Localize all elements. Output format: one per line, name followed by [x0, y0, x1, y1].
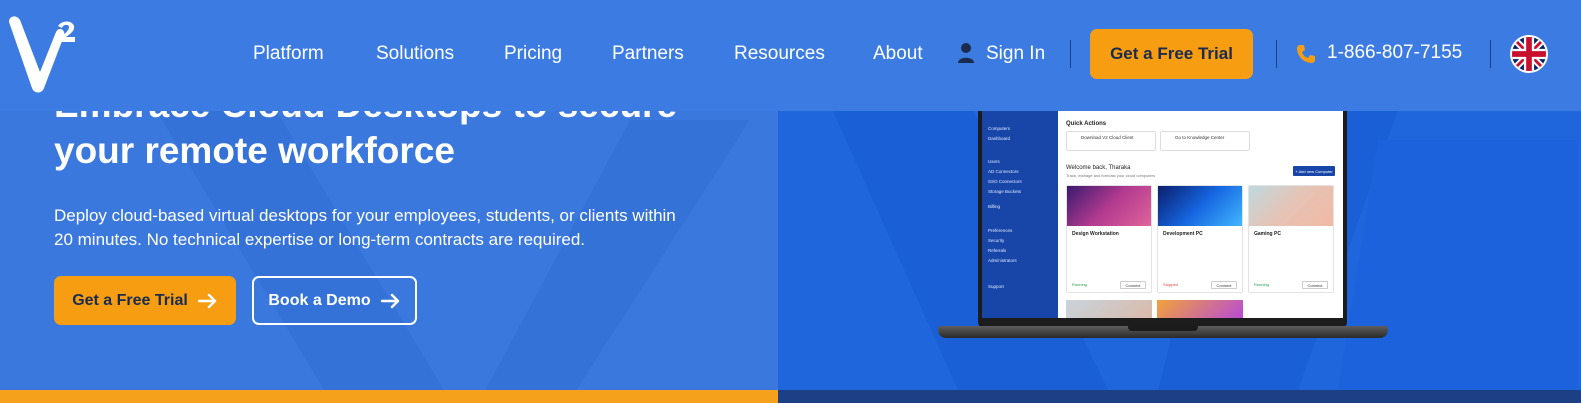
computer-card: Gaming PC Running Connect — [1248, 185, 1334, 293]
computer-status: Stopped — [1163, 282, 1178, 287]
computer-name: Design Workstation — [1072, 231, 1119, 237]
sidebar-item-computers: Computers — [988, 126, 1011, 131]
arrow-right-icon — [197, 293, 216, 308]
sidebar-item-sso-connectors: SSO Connectors — [988, 179, 1022, 184]
sidebar-item-referrals: Referrals — [988, 248, 1007, 253]
sidebar-item-security: Security — [988, 238, 1005, 243]
nav-platform[interactable]: Platform — [253, 42, 324, 66]
app-preview-screen: Computers Dashboard Users AD Connectors … — [982, 104, 1343, 318]
uk-flag-icon[interactable] — [1510, 35, 1548, 73]
hero-subtitle: Deploy cloud-based virtual desktops for … — [54, 204, 734, 252]
computer-thumbnail-partial — [1157, 300, 1243, 318]
computer-status: Running — [1254, 282, 1269, 287]
v2-cloud-logo-icon[interactable] — [6, 12, 78, 94]
nav-about[interactable]: About — [873, 42, 923, 66]
add-computer-button: + Add new Computer — [1293, 166, 1335, 176]
laptop-notch — [1128, 326, 1198, 331]
computer-card: Design Workstation Running Connect — [1066, 185, 1152, 293]
bottom-navy-strip — [778, 390, 1581, 403]
book-demo-label: Book a Demo — [268, 291, 371, 309]
computer-name: Gaming PC — [1254, 231, 1281, 237]
computer-card: Development PC Stopped Connect — [1157, 185, 1243, 293]
sign-in-link[interactable]: Sign In — [986, 42, 1045, 66]
connect-button: Connect — [1120, 281, 1146, 289]
hero-title-line-2: your remote workforce — [54, 130, 455, 171]
quick-action-download: Download V2 Cloud Client — [1066, 131, 1156, 151]
sidebar-item-billing: Billing — [988, 204, 1001, 209]
quick-actions-title: Quick Actions — [1066, 121, 1107, 127]
computer-status: Running — [1072, 282, 1087, 287]
windows-wallpaper-thumbnail — [1158, 186, 1242, 226]
sidebar-item-dashboard: Dashboard — [988, 136, 1011, 141]
hero-subtitle-line-1: Deploy cloud-based virtual desktops for … — [54, 206, 676, 225]
nav-solutions[interactable]: Solutions — [376, 42, 454, 66]
phone-icon — [1297, 45, 1315, 63]
bottom-orange-strip — [0, 390, 778, 403]
connect-button: Connect — [1302, 281, 1328, 289]
computer-name: Development PC — [1163, 231, 1203, 237]
nav-resources[interactable]: Resources — [734, 42, 825, 66]
computer-thumbnail-partial — [1066, 300, 1152, 318]
connect-button: Connect — [1211, 281, 1237, 289]
hero-subtitle-line-2: 20 minutes. No technical expertise or lo… — [54, 230, 586, 249]
sidebar-item-ad-connectors: AD Connectors — [988, 169, 1019, 174]
nav-free-trial-button[interactable]: Get a Free Trial — [1090, 29, 1253, 79]
sidebar-item-storage-buckets: Storage Buckets — [988, 189, 1022, 194]
get-free-trial-label: Get a Free Trial — [72, 291, 188, 309]
sidebar-item-support: Support — [988, 284, 1004, 289]
nav-divider — [1070, 40, 1071, 68]
top-navbar: Platform Solutions Pricing Partners Reso… — [0, 0, 1581, 111]
arrow-right-icon — [380, 293, 399, 308]
quick-action-knowledge: Go to Knowledge Center — [1160, 131, 1250, 151]
welcome-heading: Welcome back, Tharaka — [1066, 165, 1131, 171]
nav-divider — [1490, 40, 1491, 68]
sidebar-item-users: Users — [988, 159, 1000, 164]
welcome-subtitle: Track, manage and forecast your cloud co… — [1066, 173, 1156, 178]
sidebar-item-preferences: Preferences — [988, 228, 1013, 233]
nav-divider — [1276, 40, 1277, 68]
get-free-trial-button[interactable]: Get a Free Trial — [54, 276, 236, 325]
windows-wallpaper-thumbnail — [1249, 186, 1333, 226]
sidebar-item-administrators: Administrators — [988, 258, 1017, 263]
app-sidebar: Computers Dashboard Users AD Connectors … — [982, 104, 1058, 318]
user-icon — [958, 43, 974, 63]
app-main-panel: Quick Actions Download V2 Cloud Client G… — [1058, 104, 1343, 318]
nav-pricing[interactable]: Pricing — [504, 42, 562, 66]
nav-partners[interactable]: Partners — [612, 42, 684, 66]
windows-wallpaper-thumbnail — [1067, 186, 1151, 226]
book-demo-button[interactable]: Book a Demo — [252, 276, 417, 325]
phone-number-link[interactable]: 1-866-807-7155 — [1327, 42, 1462, 64]
